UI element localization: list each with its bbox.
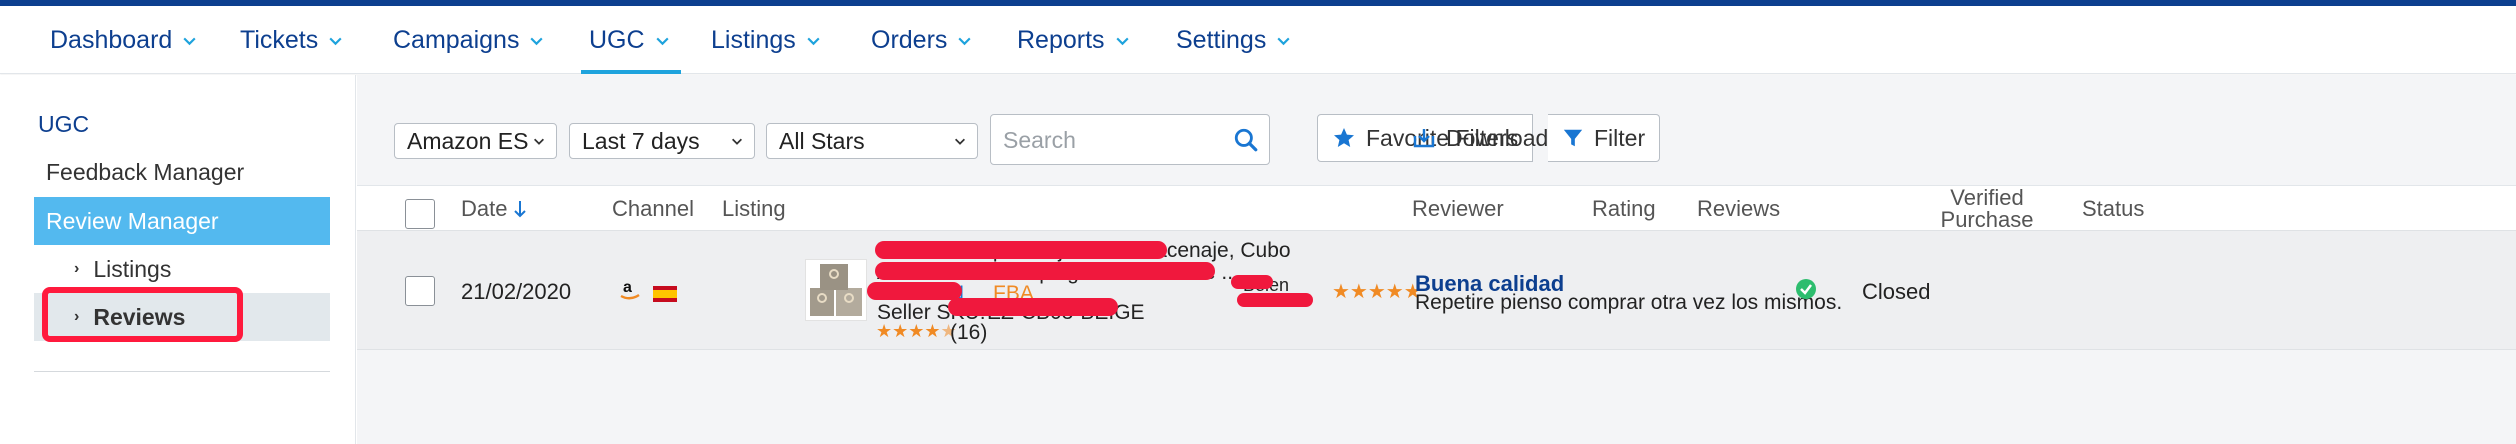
sidebar-divider	[34, 371, 330, 372]
amazon-icon: a	[619, 277, 641, 309]
table-header: Date Channel Listing Reviewer Rating Rev…	[357, 185, 2516, 230]
column-status: Status	[2082, 195, 2145, 221]
search-icon[interactable]	[1233, 127, 1259, 153]
column-listing: Listing	[722, 195, 786, 221]
search-input[interactable]: Search	[990, 114, 1270, 165]
review-date: 21/02/2020	[461, 279, 572, 304]
chevron-down-icon	[1115, 37, 1129, 45]
star-icon	[1334, 128, 1354, 147]
main-navigation: Dashboard Tickets Campaigns UGC Listings…	[0, 6, 2516, 74]
column-reviewer: Reviewer	[1412, 195, 1504, 221]
verified-check-icon	[1795, 278, 1817, 306]
redaction-bar	[875, 262, 1215, 280]
download-button[interactable]: Download	[1412, 114, 1548, 162]
main-content: Amazon ES Last 7 days All Stars Search F…	[357, 75, 2516, 444]
chevron-down-icon	[655, 37, 669, 45]
stars-select[interactable]: All Stars	[766, 123, 978, 159]
sidebar-heading[interactable]: UGC	[38, 111, 89, 138]
nav-reports[interactable]: Reports	[1017, 6, 1131, 74]
spain-flag-icon	[653, 282, 677, 302]
sort-down-icon[interactable]	[511, 199, 529, 219]
review-body: Repetire pienso comprar otra vez los mis…	[1415, 291, 1843, 314]
filter-button[interactable]: Filter	[1548, 114, 1661, 162]
date-range-select[interactable]: Last 7 days	[569, 123, 755, 159]
nav-orders[interactable]: Orders	[871, 6, 973, 74]
chevron-down-icon	[183, 37, 196, 45]
product-thumbnail[interactable]	[805, 259, 867, 321]
table-row[interactable]: 21/02/2020 a EZOWare 6 pcs Cajas	[357, 230, 2516, 350]
column-channel: Channel	[612, 195, 694, 221]
download-icon	[1413, 129, 1435, 148]
column-reviews: Reviews	[1697, 195, 1781, 221]
review-rating-stars: ★★★★★	[1332, 281, 1422, 303]
nav-dashboard[interactable]: Dashboard	[50, 6, 198, 74]
nav-listings[interactable]: Listings	[711, 6, 822, 74]
marketplace-select[interactable]: Amazon ES	[394, 123, 557, 159]
chevron-down-icon	[955, 138, 965, 145]
chevron-right-icon: ›	[74, 260, 80, 277]
filter-icon	[1563, 129, 1583, 147]
chevron-down-icon	[807, 37, 820, 45]
nav-ugc[interactable]: UGC	[581, 6, 681, 74]
redaction-bar	[867, 282, 962, 300]
chevron-down-icon	[958, 37, 971, 45]
redaction-bar	[875, 241, 1167, 259]
highlight-annotation	[42, 287, 243, 342]
svg-text:a: a	[623, 279, 632, 296]
chevron-down-icon	[1277, 37, 1290, 45]
nav-campaigns[interactable]: Campaigns	[393, 6, 545, 74]
listing-rating-count: (16)	[950, 321, 988, 344]
nav-settings[interactable]: Settings	[1176, 6, 1292, 74]
column-verified-purchase: Verified Purchase	[1940, 184, 2034, 232]
sidebar: UGC Feedback Manager Review Manager › Li…	[0, 75, 356, 444]
sidebar-item-review-manager[interactable]: Review Manager	[34, 197, 330, 245]
redaction-bar	[948, 298, 1118, 316]
review-status: Closed	[1862, 279, 1931, 304]
sidebar-item-feedback-manager[interactable]: Feedback Manager	[46, 159, 244, 186]
redaction-bar	[1237, 293, 1313, 307]
sidebar-subitem-listings[interactable]: › Listings	[34, 245, 330, 293]
chevron-down-icon	[530, 37, 544, 45]
chevron-down-icon	[329, 37, 342, 45]
chevron-down-icon	[732, 138, 742, 145]
redaction-bar	[1231, 275, 1273, 289]
listing-rating-stars: ★★★★★	[876, 321, 957, 341]
nav-tickets[interactable]: Tickets	[240, 6, 344, 74]
chevron-down-icon	[534, 138, 544, 145]
column-date[interactable]: Date	[461, 186, 529, 231]
row-checkbox[interactable]	[405, 276, 435, 306]
column-rating: Rating	[1592, 195, 1656, 221]
select-all-checkbox[interactable]	[405, 199, 435, 229]
